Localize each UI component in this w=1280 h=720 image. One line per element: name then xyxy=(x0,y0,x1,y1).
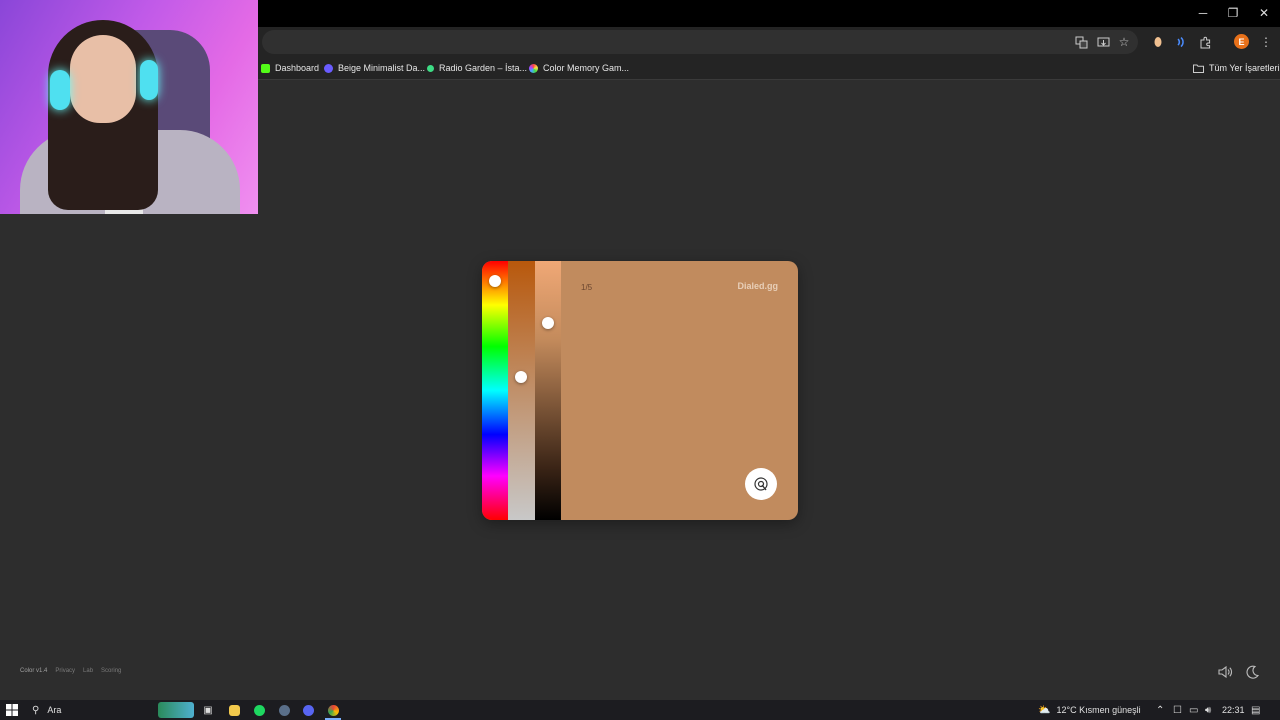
bookmark-label: Radio Garden – İsta... xyxy=(439,63,528,73)
search-icon: ⚲ xyxy=(32,704,40,716)
install-icon[interactable] xyxy=(1095,34,1111,50)
search-highlight-image[interactable] xyxy=(158,702,194,718)
all-bookmarks-label: Tüm Yer İşaretleri xyxy=(1209,63,1280,73)
webcam-person-face xyxy=(70,35,136,123)
partly-sunny-icon: ⛅ xyxy=(1038,704,1051,716)
translate-icon[interactable] xyxy=(1073,34,1089,50)
lightness-slider[interactable] xyxy=(535,261,561,520)
lab-link[interactable]: Lab xyxy=(83,668,93,674)
extension-icon[interactable] xyxy=(1150,34,1166,50)
round-counter: 1/5 xyxy=(581,283,593,292)
page-footer: Color v1.4 Privacy Lab Scoring xyxy=(20,668,121,674)
steam-icon[interactable] xyxy=(276,702,292,718)
bookmark-color-memory-game[interactable]: Color Memory Gam... xyxy=(529,60,629,76)
bookmark-label: Beige Minimalist Da... xyxy=(338,63,426,73)
sound-toggle-button[interactable] xyxy=(1217,664,1233,680)
hand-pointer-icon xyxy=(754,477,768,491)
radio-garden-icon xyxy=(427,64,434,72)
radio-extension-icon[interactable] xyxy=(1173,34,1189,50)
bookmark-label: Dashboard xyxy=(275,63,320,73)
discord-icon[interactable] xyxy=(300,702,316,718)
moon-icon xyxy=(1246,665,1260,679)
puzzle-icon[interactable] xyxy=(1197,34,1213,50)
clock-time: 22:31 xyxy=(1222,705,1245,715)
kick-icon xyxy=(261,63,270,73)
bookmark-beige-minimalist[interactable]: Beige Minimalist Da... xyxy=(324,60,425,76)
windows-taskbar: ⚲ Ara ▣ ⛅ 12°C Kısmen güneşli ⌃ ☐ ▭ 🔊︎ 2… xyxy=(0,700,1280,720)
chrome-icon[interactable] xyxy=(325,702,341,720)
display-tray-icon[interactable]: ▭ xyxy=(1189,702,1198,718)
windows-logo-icon xyxy=(6,704,18,716)
headphone-left xyxy=(50,70,70,110)
minimize-button[interactable]: ─ xyxy=(1188,3,1218,23)
scoring-link[interactable]: Scoring xyxy=(101,668,121,674)
submit-guess-button[interactable] xyxy=(745,468,777,500)
task-view-icon[interactable]: ▣ xyxy=(200,702,216,718)
all-bookmarks-folder[interactable]: Tüm Yer İşaretleri xyxy=(1193,60,1280,76)
bookmark-label: Color Memory Gam... xyxy=(543,63,630,73)
speaker-icon xyxy=(1218,665,1232,679)
headphone-right xyxy=(140,60,158,100)
address-bar[interactable] xyxy=(262,30,1138,54)
weather-widget[interactable]: ⛅ 12°C Kısmen güneşli xyxy=(1038,702,1141,718)
folder-icon xyxy=(1193,64,1204,73)
file-explorer-icon[interactable] xyxy=(226,702,242,718)
canva-icon xyxy=(324,63,333,73)
start-button[interactable] xyxy=(4,702,20,718)
brand-logo: Dialed.gg xyxy=(737,281,778,291)
hue-slider[interactable] xyxy=(482,261,508,520)
notification-icon[interactable]: ▤ xyxy=(1251,702,1260,718)
close-window-button[interactable]: ✕ xyxy=(1249,3,1279,23)
saturation-slider-handle[interactable] xyxy=(515,371,527,383)
search-placeholder: Ara xyxy=(47,705,62,715)
spotify-icon[interactable] xyxy=(251,702,267,718)
hue-slider-handle[interactable] xyxy=(489,275,501,287)
saturation-slider[interactable] xyxy=(508,261,535,520)
lightness-slider-handle[interactable] xyxy=(542,317,554,329)
clock[interactable]: 22:31 xyxy=(1222,702,1245,718)
color-game-card: 1/5 Dialed.gg xyxy=(482,261,798,520)
tray-overflow-chevron-icon[interactable]: ⌃ xyxy=(1156,702,1164,718)
menu-icon[interactable]: ⋮ xyxy=(1258,34,1274,50)
bookmark-radio-garden[interactable]: Radio Garden – İsta... xyxy=(427,60,527,76)
theme-toggle-button[interactable] xyxy=(1244,664,1260,680)
volume-tray-icon[interactable]: 🔊︎ xyxy=(1205,702,1211,718)
restore-button[interactable]: ❐ xyxy=(1218,3,1248,23)
version-label: Color v1.4 xyxy=(20,668,48,674)
star-icon[interactable]: ☆ xyxy=(1116,34,1132,50)
bookmark-dashboard[interactable]: Dashboard xyxy=(261,60,319,76)
network-tray-icon[interactable]: ☐ xyxy=(1173,702,1182,718)
profile-avatar[interactable]: E xyxy=(1234,34,1249,49)
color-wheel-icon xyxy=(529,63,538,73)
taskbar-search[interactable]: ⚲ Ara xyxy=(32,702,61,718)
webcam-overlay xyxy=(0,0,258,214)
privacy-link[interactable]: Privacy xyxy=(55,668,75,674)
weather-text: 12°C Kısmen güneşli xyxy=(1056,705,1141,715)
